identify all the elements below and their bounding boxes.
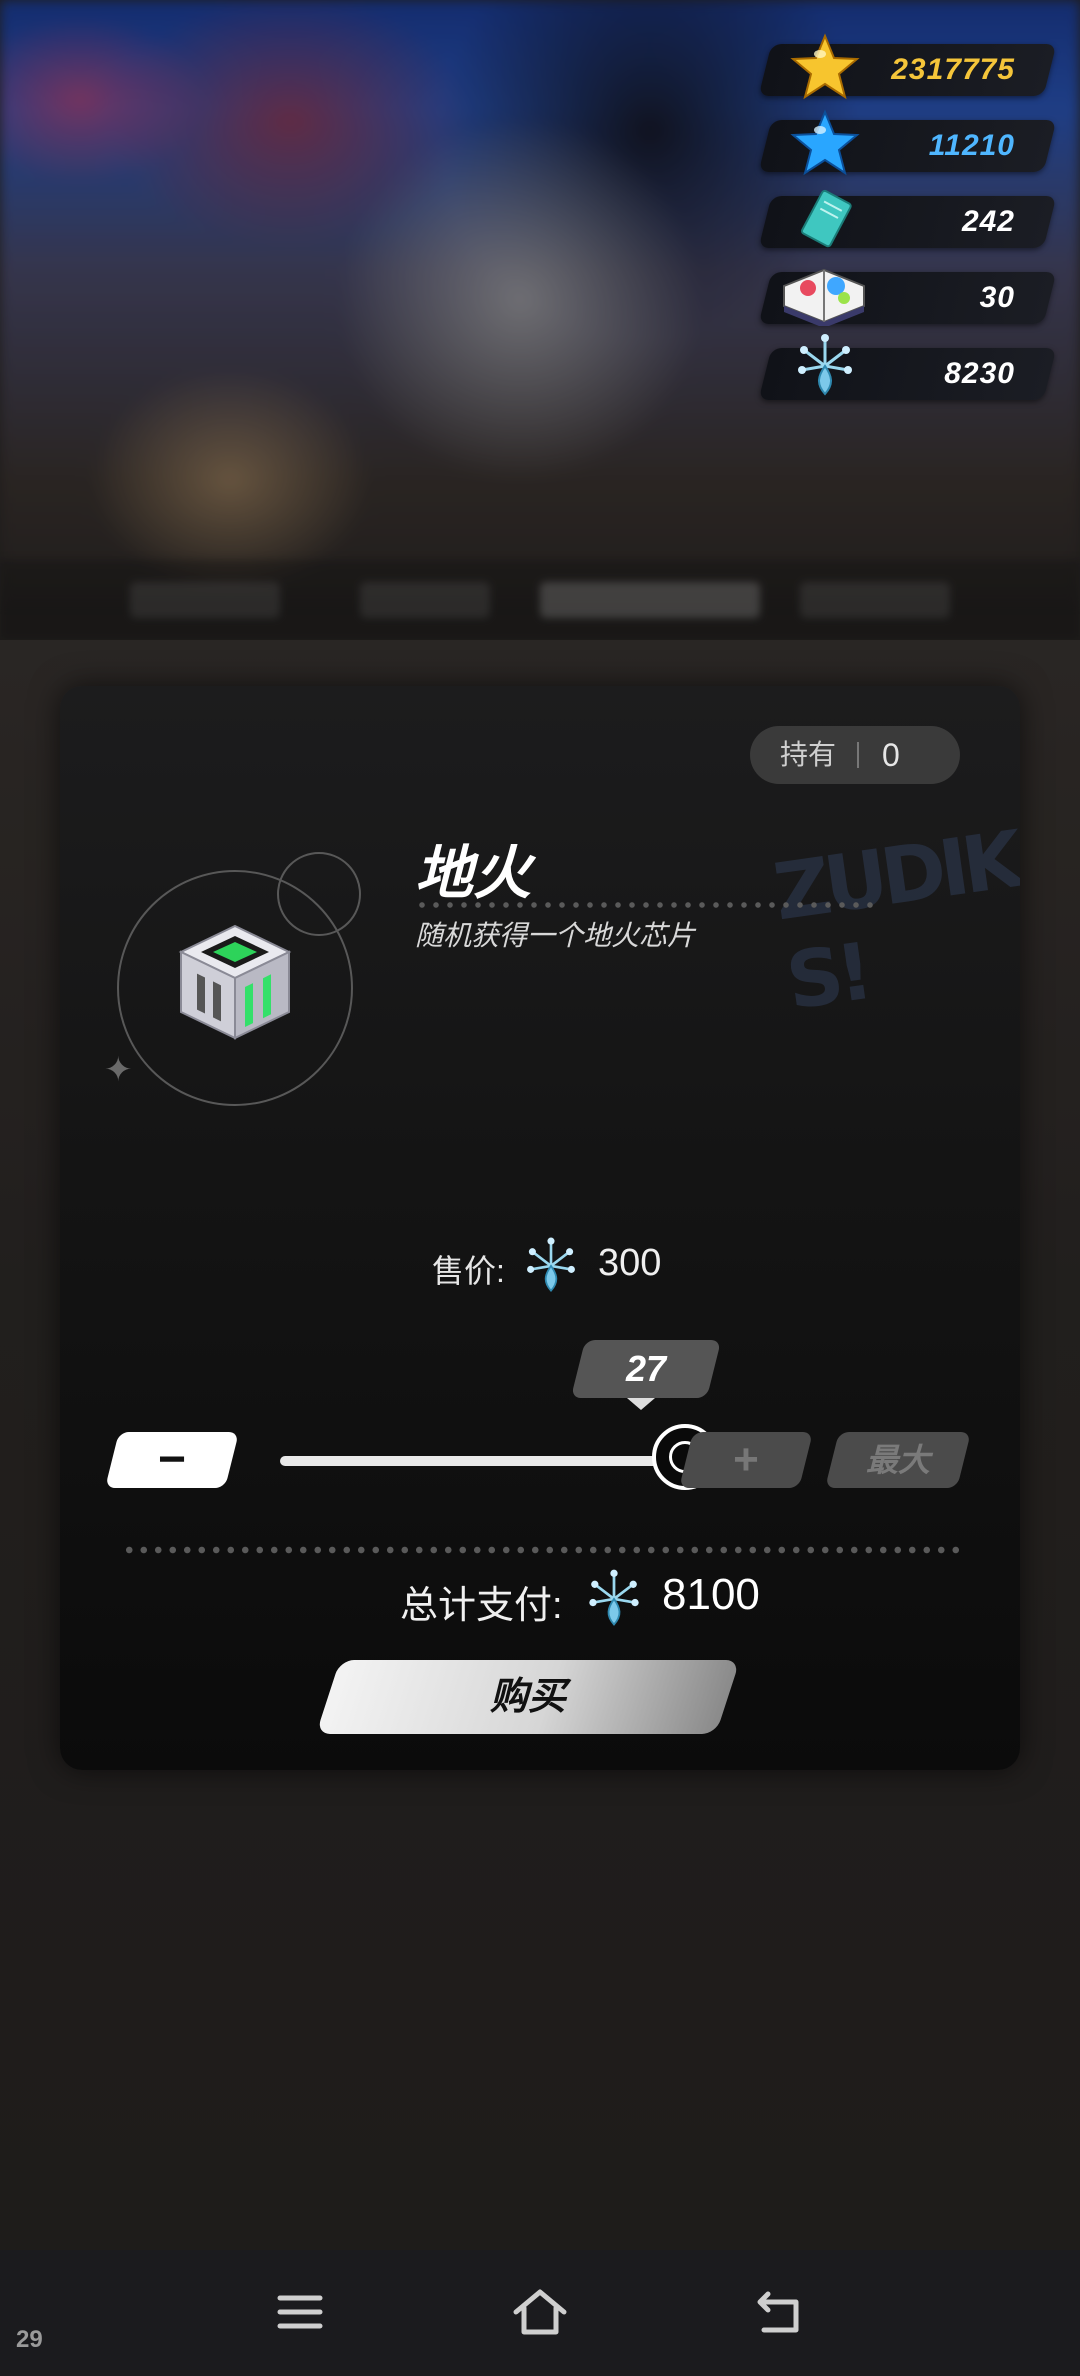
- home-icon[interactable]: [510, 2284, 570, 2340]
- crystal-icon: [527, 1237, 575, 1293]
- purchase-dialog: ZUDIK S! 持有 0 ✦ 地火 随机获得一个地火芯片 售价: 300 27 …: [60, 686, 1020, 1770]
- currency-book-value: 30: [979, 281, 1015, 314]
- currency-blue-value: 11210: [928, 129, 1015, 162]
- quantity-bubble-pointer: [627, 1398, 655, 1410]
- currency-gold-value: 2317775: [891, 53, 1015, 86]
- total-value: 8100: [662, 1570, 760, 1619]
- title-divider: [415, 902, 875, 908]
- crystal-icon: [589, 1569, 639, 1626]
- system-nav-bar: [0, 2250, 1080, 2376]
- currency-card-value: 242: [961, 205, 1015, 238]
- price-value: 300: [598, 1242, 662, 1284]
- chip-cube-icon[interactable]: [165, 912, 305, 1052]
- graffiti-decoration: ZUDIK S!: [768, 815, 1020, 1028]
- plus-icon[interactable]: +: [686, 1432, 806, 1488]
- owned-count-pill: 持有 0: [750, 726, 960, 784]
- max-button-label[interactable]: 最大: [832, 1432, 964, 1488]
- minus-icon[interactable]: −: [112, 1432, 232, 1488]
- owned-label: 持有: [780, 739, 837, 770]
- item-description: 随机获得一个地火芯片: [415, 920, 696, 951]
- quantity-slider-track[interactable]: [280, 1456, 685, 1466]
- price-label: 售价:: [432, 1253, 505, 1289]
- total-label: 总计支付:: [400, 1585, 563, 1627]
- quantity-value: 27: [625, 1348, 667, 1389]
- menu-icon[interactable]: [270, 2284, 330, 2340]
- total-divider: [122, 1546, 962, 1554]
- buy-button-label[interactable]: 购买: [328, 1660, 728, 1734]
- sparkle-icon: ✦: [104, 1051, 133, 1089]
- owned-value: 0: [882, 737, 900, 773]
- owned-separator: [857, 742, 859, 768]
- currency-crystal-value: 8230: [944, 357, 1015, 390]
- item-title: 地火: [415, 841, 532, 906]
- fps-counter: 29: [16, 2326, 43, 2353]
- back-icon[interactable]: [750, 2284, 810, 2340]
